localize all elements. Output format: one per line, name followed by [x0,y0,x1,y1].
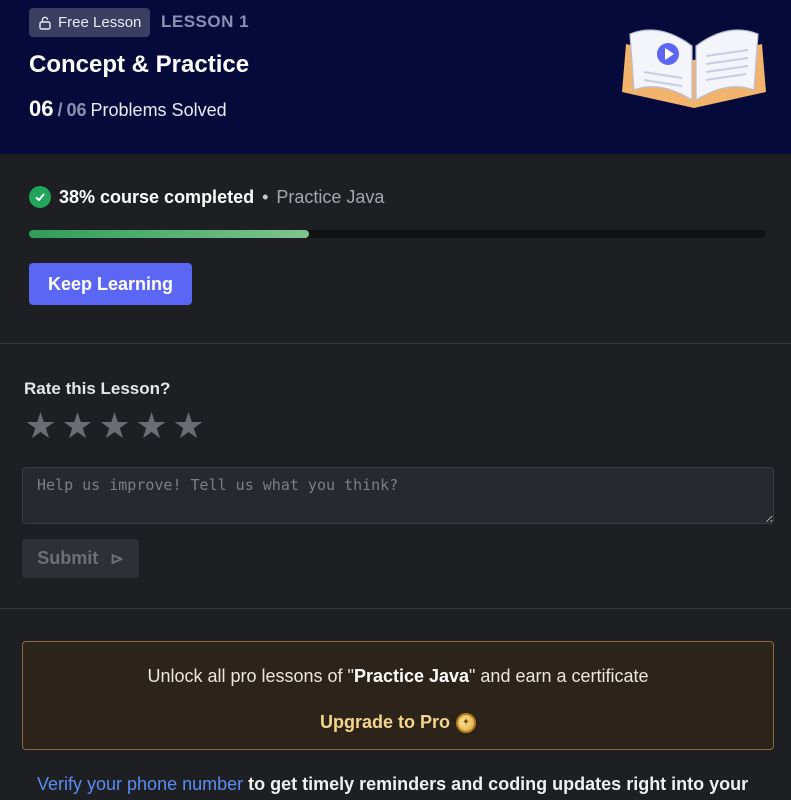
lesson-header: Free Lesson LESSON 1 Concept & Practice … [0,0,791,154]
star-icon[interactable]: ★ [98,408,131,444]
course-progress-section: 38% course completed • Practice Java Kee… [0,154,791,344]
open-book-illustration-icon [622,29,766,108]
solved-label: Problems Solved [90,100,227,120]
badge-label: Free Lesson [58,14,142,31]
completion-row: 38% course completed • Practice Java [29,186,384,208]
pro-banner-text: Unlock all pro lessons of "Practice Java… [23,666,773,687]
verify-phone-link[interactable]: Verify your phone number [37,774,243,794]
send-icon: ⊳ [110,550,124,568]
pro-course-name: Practice Java [353,666,470,686]
rate-title: Rate this Lesson? [24,379,171,398]
rate-lesson-section: Rate this Lesson? ★ ★ ★ ★ ★ Submit ⊳ [0,345,791,609]
completion-text: 38% course completed [59,186,255,207]
upgrade-label: Upgrade to Pro [319,712,450,732]
star-icon[interactable]: ★ [135,408,168,444]
star-icon[interactable]: ★ [61,408,94,444]
pro-upgrade-banner: Unlock all pro lessons of "Practice Java… [22,641,774,750]
progress-bar-fill [29,230,310,238]
lesson-number: LESSON 1 [161,12,250,31]
progress-bar [29,230,766,238]
star-icon[interactable]: ★ [24,408,57,444]
keep-learning-button[interactable]: Keep Learning [29,263,192,305]
check-circle-icon [29,186,51,208]
course-name: Practice Java [276,186,385,207]
separator-dot: • [262,186,269,207]
pro-text-after: " and earn a certificate [469,666,649,686]
verify-phone-text: Verify your phone number to get timely r… [37,774,748,795]
solved-separator: / [57,100,63,120]
submit-button[interactable]: Submit ⊳ [22,539,139,578]
lesson-title: Concept & Practice [29,51,250,78]
star-icon[interactable]: ★ [172,408,205,444]
star-rating: ★ ★ ★ ★ ★ [24,408,205,444]
pro-coin-icon: ✦ [456,712,476,733]
solved-count: 06 [29,96,54,121]
problems-solved: 06 / 06 Problems Solved [29,96,227,122]
pro-text-before: Unlock all pro lessons of " [147,666,354,686]
lock-open-icon [39,16,51,30]
submit-label: Submit [37,548,99,568]
free-lesson-badge: Free Lesson [29,8,151,37]
solved-total: 06 [66,100,87,120]
feedback-input[interactable] [22,467,774,524]
verify-phone-description: to get timely reminders and coding updat… [243,774,749,794]
upgrade-to-pro-link[interactable]: Upgrade to Pro ✦ [23,712,773,733]
